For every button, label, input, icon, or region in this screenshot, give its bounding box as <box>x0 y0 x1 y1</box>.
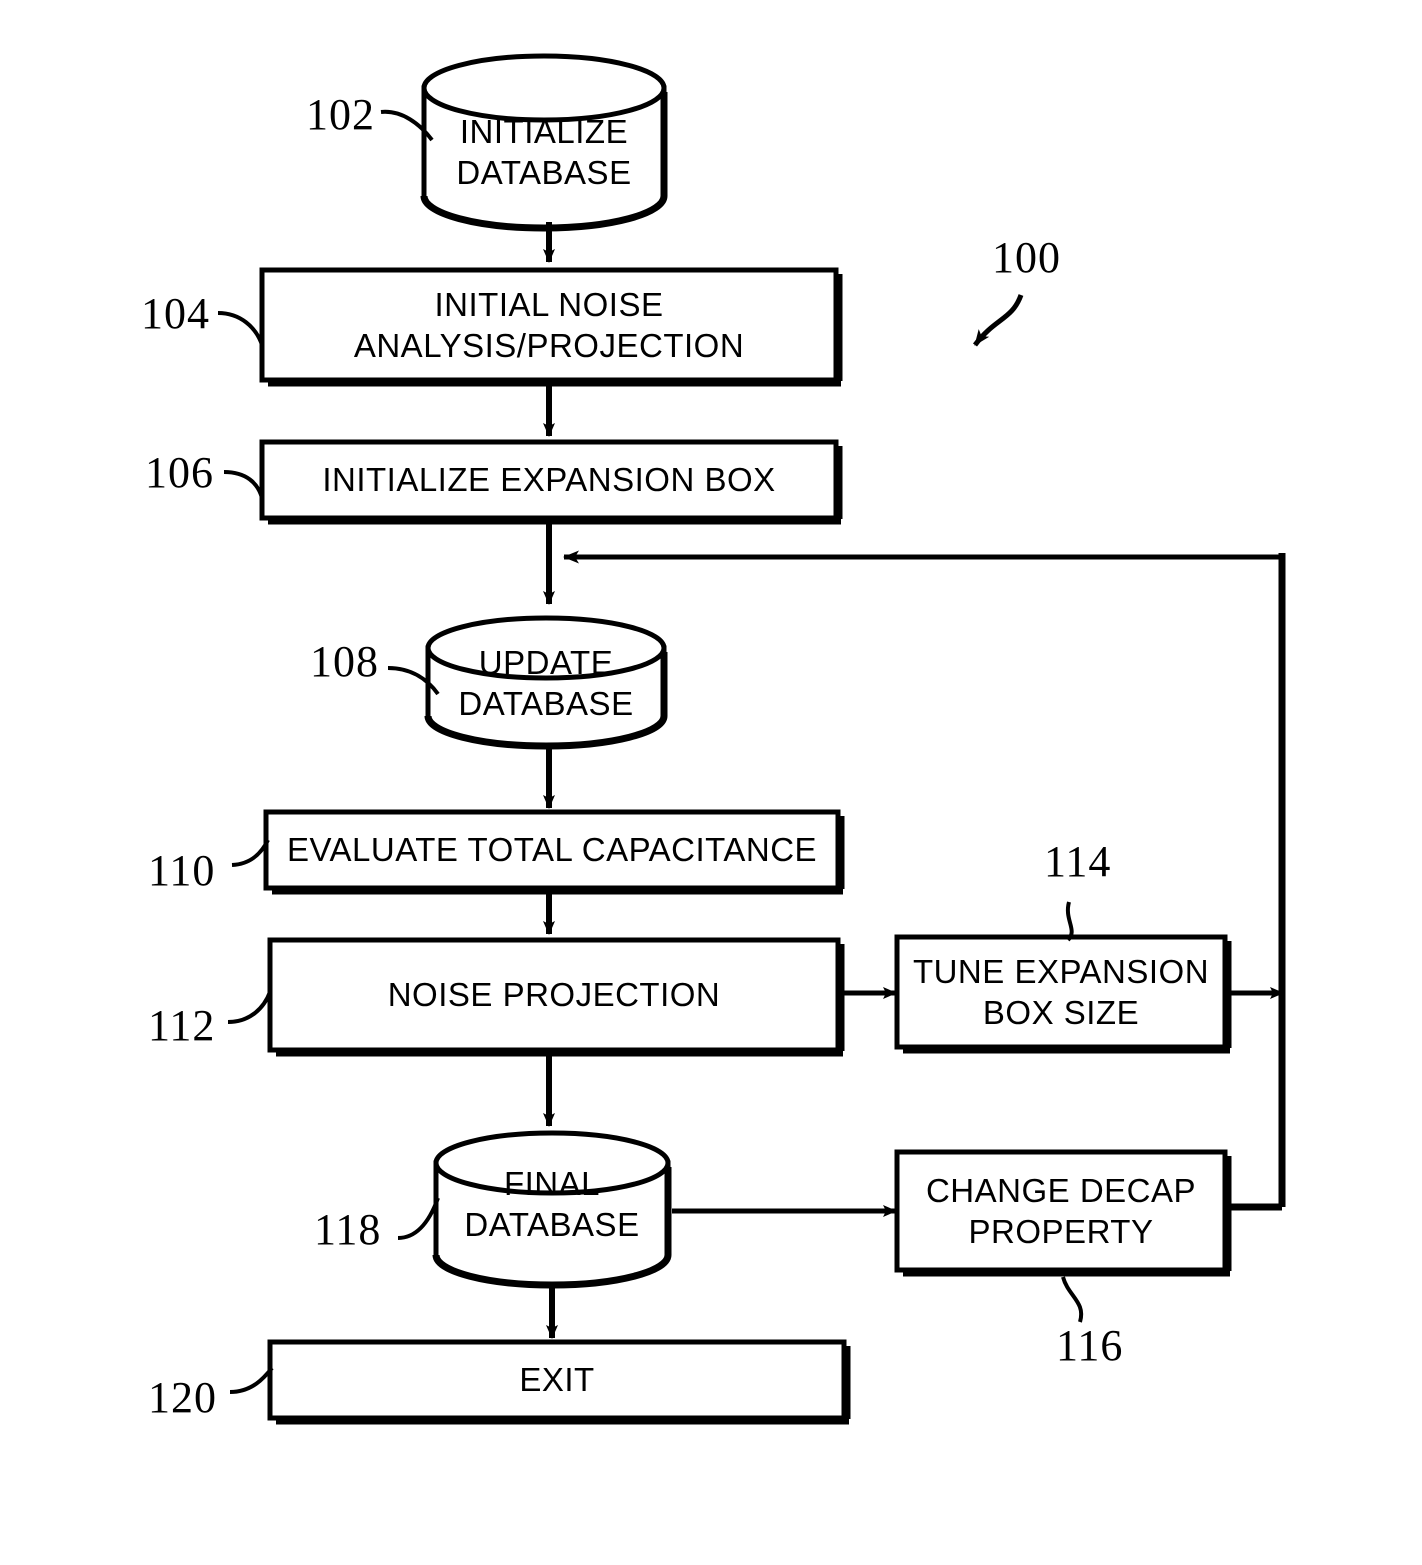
leader-line-110 <box>231 839 270 867</box>
ref-number-110: 110 <box>148 846 216 895</box>
ref-number-114: 114 <box>1044 837 1112 886</box>
ref-number-106: 106 <box>145 448 214 497</box>
node-114-shape <box>894 934 1232 1054</box>
node-108-shape <box>424 615 668 750</box>
node-118-shape <box>432 1130 672 1289</box>
node-102-shape <box>420 53 668 232</box>
leader-line-112 <box>227 991 272 1024</box>
ref-number-104: 104 <box>141 289 210 338</box>
ref-number-108: 108 <box>310 637 379 686</box>
flowchart-graphics <box>217 53 1286 1425</box>
leader-line-118 <box>397 1197 440 1240</box>
node-106-shape <box>259 439 843 525</box>
node-116-shape <box>894 1149 1232 1277</box>
node-110-shape <box>263 809 845 895</box>
ref-number-120: 120 <box>148 1373 217 1422</box>
node-120-shape <box>267 1339 851 1425</box>
ref-number-118: 118 <box>314 1205 382 1254</box>
leader-line-104 <box>217 311 264 346</box>
leader-line-114 <box>1065 901 1074 942</box>
figure-reference-number: 100 <box>992 233 1061 282</box>
figure-canvas: INITIALIZE DATABASE 102 INITIAL NOISE AN… <box>0 0 1422 1565</box>
ref-number-102: 102 <box>306 90 375 139</box>
node-112-shape <box>267 937 845 1057</box>
ref-number-112: 112 <box>148 1001 216 1050</box>
ref-number-116: 116 <box>1056 1321 1124 1370</box>
figure-pointer-arrow <box>972 294 1024 347</box>
leader-line-120 <box>229 1366 274 1394</box>
leader-line-106 <box>223 470 264 499</box>
node-104-shape <box>259 267 843 387</box>
leader-line-116 <box>1061 1276 1084 1323</box>
